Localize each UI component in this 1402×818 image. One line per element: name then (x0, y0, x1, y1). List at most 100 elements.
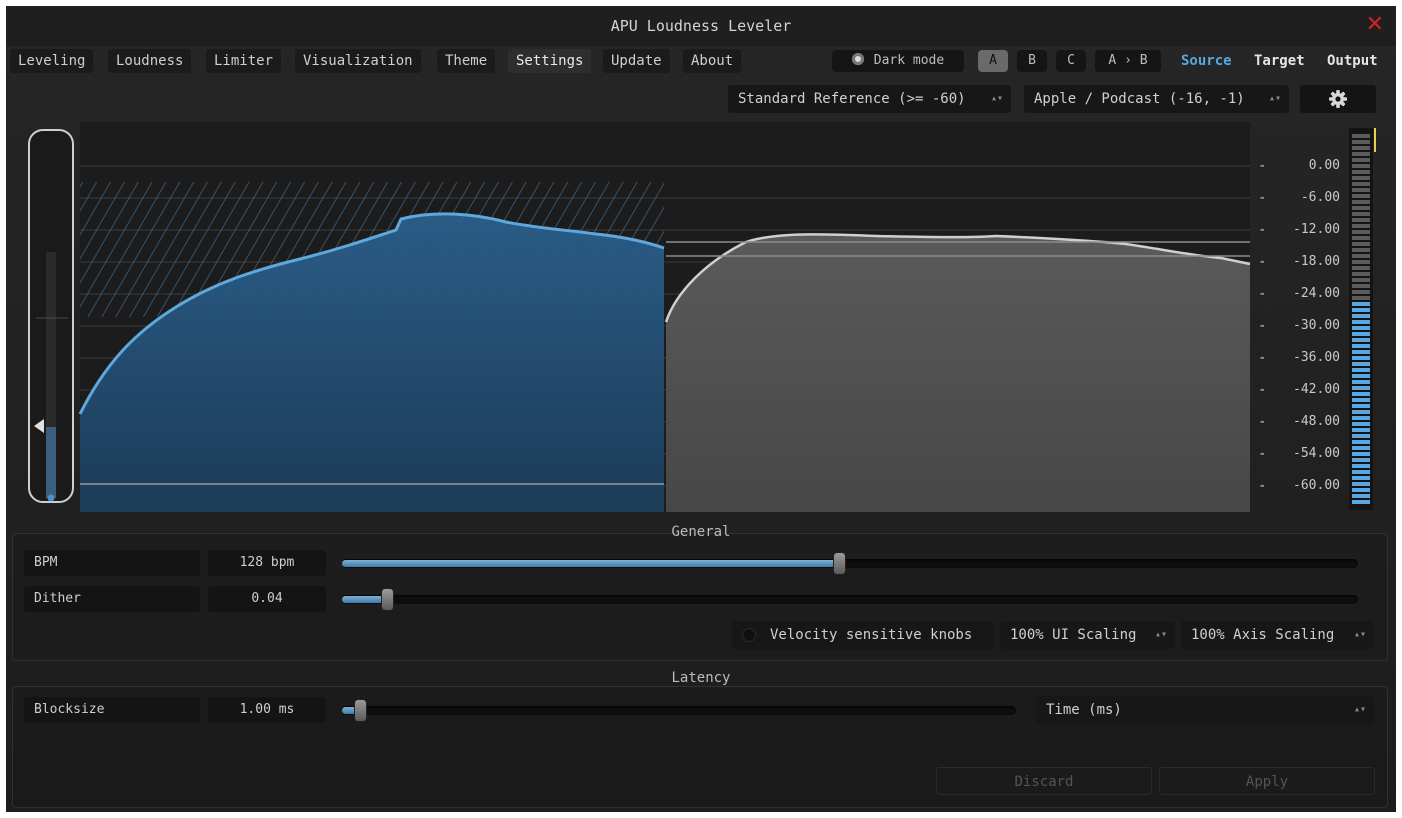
tab-leveling[interactable]: Leveling (10, 49, 94, 73)
meter-segment (1352, 326, 1370, 330)
tick-dash: - (1258, 478, 1267, 494)
tab-settings[interactable]: Settings (508, 49, 592, 73)
latency-unit-value: Time (ms) (1046, 702, 1122, 718)
meter-segment (1352, 398, 1370, 402)
meter-segment (1352, 284, 1370, 288)
meter-segment (1352, 410, 1370, 414)
updown-arrows-icon: ▴▾ (990, 93, 1003, 104)
preset-a-button[interactable]: A (978, 50, 1008, 72)
tick-dash: - (1258, 414, 1267, 430)
close-icon[interactable]: ✕ (1366, 14, 1384, 36)
meter-segment (1352, 242, 1370, 246)
bpm-value-field[interactable]: 128 bpm (208, 550, 326, 576)
meter-segment (1352, 224, 1370, 228)
meter-dot (47, 494, 55, 502)
tick-dash: - (1258, 190, 1267, 206)
meter-segment (1352, 488, 1370, 492)
dither-label: Dither (24, 586, 200, 612)
y-tick-label: -30.00 (1293, 318, 1340, 333)
meter-segment (1352, 356, 1370, 360)
preset-b-button[interactable]: B (1017, 50, 1047, 72)
tab-theme[interactable]: Theme (437, 49, 496, 73)
copy-a-to-b-button[interactable]: A › B (1095, 50, 1161, 72)
tick-dash: - (1258, 254, 1267, 270)
meter-segment (1352, 476, 1370, 480)
tab-update[interactable]: Update (603, 49, 670, 73)
y-tick-label: -12.00 (1293, 222, 1340, 237)
latency-unit-select[interactable]: Time (ms) ▴▾ (1036, 696, 1374, 724)
tab-visualization[interactable]: Visualization (295, 49, 421, 73)
meter-segment (1352, 290, 1370, 294)
apply-button[interactable]: Apply (1159, 767, 1375, 795)
dither-slider[interactable] (342, 589, 1358, 610)
y-tick-label: -48.00 (1293, 414, 1340, 429)
meter-segment (1352, 230, 1370, 234)
meter-segment (1352, 302, 1370, 306)
target-view-button[interactable]: Target (1254, 49, 1305, 73)
window-title: APU Loudness Leveler (610, 17, 792, 35)
dark-mode-toggle[interactable]: Dark mode (832, 50, 964, 72)
latency-section-title: Latency (671, 670, 731, 686)
tab-limiter[interactable]: Limiter (206, 49, 282, 73)
meter-segment (1352, 338, 1370, 342)
meter-segment (1352, 248, 1370, 252)
meter-segment (1352, 260, 1370, 264)
velocity-knobs-toggle[interactable]: Velocity sensitive knobs (732, 621, 994, 649)
meter-segment (1352, 404, 1370, 408)
tab-loudness[interactable]: Loudness (108, 49, 192, 73)
blocksize-label: Blocksize (24, 697, 200, 723)
preset-c-button[interactable]: C (1056, 50, 1086, 72)
tick-dash: - (1258, 222, 1267, 238)
meter-segment (1352, 140, 1370, 144)
tick-dash: - (1258, 318, 1267, 334)
meter-segment (1352, 482, 1370, 486)
bpm-slider-thumb[interactable] (834, 553, 845, 574)
y-tick-label: -54.00 (1293, 446, 1340, 461)
target-preset-select[interactable]: Apple / Podcast (-16, -1) ▴▾ (1024, 85, 1289, 113)
meter-segment (1352, 158, 1370, 162)
meter-segment (1352, 254, 1370, 258)
dither-slider-thumb[interactable] (382, 589, 393, 610)
ui-scaling-select[interactable]: 100% UI Scaling ▴▾ (1000, 621, 1175, 649)
target-loudness-area (666, 234, 1250, 512)
meter-segment (1352, 170, 1370, 174)
meter-segment (1352, 374, 1370, 378)
updown-arrows-icon: ▴▾ (1268, 93, 1281, 104)
updown-arrows-icon: ▴▾ (1353, 704, 1366, 715)
ui-scaling-value: 100% UI Scaling (1010, 627, 1137, 643)
meter-segment (1352, 266, 1370, 270)
y-axis-scale: - 0.00 - -6.00 - -12.00 - -18.00 - -24.0… (1250, 122, 1350, 512)
meter-segment (1352, 296, 1370, 300)
dark-mode-label: Dark mode (873, 53, 945, 68)
meter-segment (1352, 152, 1370, 156)
discard-button[interactable]: Discard (936, 767, 1152, 795)
dither-value-field[interactable]: 0.04 (208, 586, 326, 612)
bpm-slider[interactable] (342, 553, 1358, 574)
meter-segment (1352, 188, 1370, 192)
source-view-button[interactable]: Source (1181, 49, 1232, 73)
tab-about[interactable]: About (683, 49, 742, 73)
meter-segment (1352, 314, 1370, 318)
meter-segment (1352, 386, 1370, 390)
input-meter-level (46, 427, 56, 498)
meter-segment (1352, 368, 1370, 372)
target-preset-select-value: Apple / Podcast (-16, -1) (1034, 91, 1245, 107)
reference-select[interactable]: Standard Reference (>= -60) ▴▾ (728, 85, 1011, 113)
blocksize-slider-thumb[interactable] (355, 700, 366, 721)
meter-segment (1352, 416, 1370, 420)
y-tick-label: 0.00 (1308, 158, 1340, 173)
plugin-window: APU Loudness Leveler ✕ Leveling Loudness… (6, 6, 1396, 812)
meter-segment (1352, 452, 1370, 456)
axis-scaling-select[interactable]: 100% Axis Scaling ▴▾ (1181, 621, 1374, 649)
blocksize-slider[interactable] (342, 700, 1016, 721)
meter-segment (1352, 320, 1370, 324)
loudness-graph (28, 122, 1251, 512)
settings-gear-button[interactable] (1300, 85, 1376, 113)
meter-segment (1352, 176, 1370, 180)
output-view-button[interactable]: Output (1327, 49, 1378, 73)
blocksize-value-field[interactable]: 1.00 ms (208, 697, 326, 723)
meter-segment (1352, 344, 1370, 348)
meter-segment (1352, 434, 1370, 438)
reference-select-value: Standard Reference (>= -60) (738, 91, 966, 107)
meter-segment (1352, 182, 1370, 186)
